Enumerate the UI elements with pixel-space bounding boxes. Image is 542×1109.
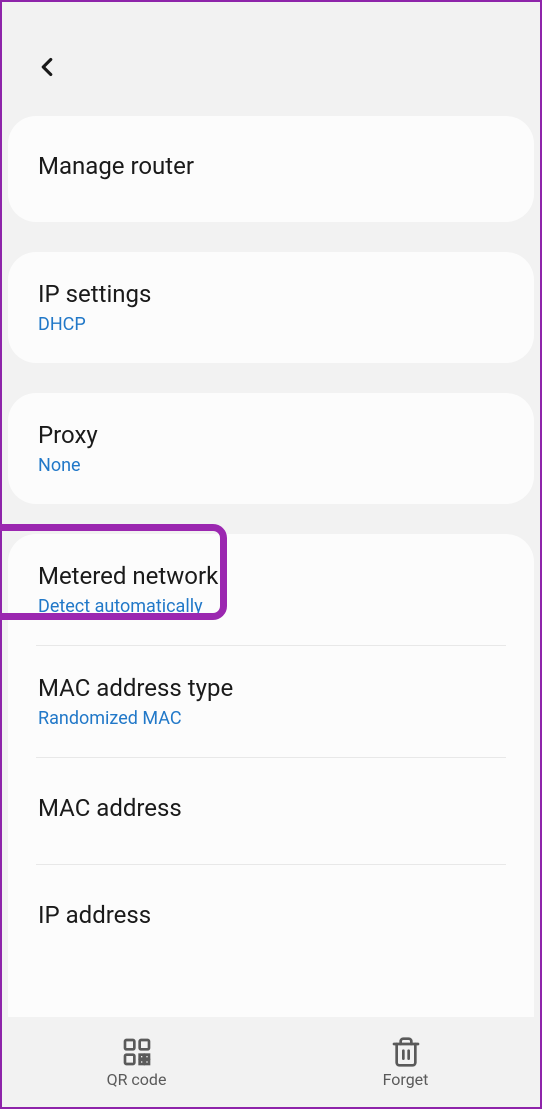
proxy-value: None: [38, 455, 504, 476]
back-button[interactable]: [32, 52, 510, 86]
ip-address-title: IP address: [38, 901, 504, 929]
network-details-card: Metered network Detect automatically MAC…: [8, 534, 534, 1051]
mac-address-type-value: Randomized MAC: [38, 708, 504, 729]
bottom-bar: QR code Forget: [2, 1017, 540, 1107]
ip-settings-title: IP settings: [38, 280, 504, 308]
forget-button[interactable]: Forget: [271, 1017, 540, 1107]
header: [2, 2, 540, 116]
qr-code-icon: [121, 1036, 153, 1068]
ip-settings-card[interactable]: IP settings DHCP: [8, 252, 534, 363]
manage-router-card[interactable]: Manage router: [8, 116, 534, 222]
metered-network-value: Detect automatically: [38, 596, 504, 617]
ip-address-item[interactable]: IP address: [8, 865, 534, 971]
back-arrow-icon: [32, 52, 62, 82]
metered-network-title: Metered network: [38, 562, 504, 590]
mac-address-item[interactable]: MAC address: [8, 758, 534, 864]
mac-address-title: MAC address: [38, 794, 504, 822]
trash-icon: [390, 1036, 422, 1068]
mac-address-type-item[interactable]: MAC address type Randomized MAC: [8, 646, 534, 757]
forget-label: Forget: [383, 1070, 429, 1089]
manage-router-item: Manage router: [8, 116, 534, 222]
ip-settings-value: DHCP: [38, 314, 504, 335]
proxy-title: Proxy: [38, 421, 504, 449]
proxy-card[interactable]: Proxy None: [8, 393, 534, 504]
ip-settings-item: IP settings DHCP: [8, 252, 534, 363]
qr-code-label: QR code: [107, 1070, 167, 1089]
manage-router-title: Manage router: [38, 152, 504, 180]
metered-network-item[interactable]: Metered network Detect automatically: [8, 534, 534, 645]
proxy-item: Proxy None: [8, 393, 534, 504]
qr-code-button[interactable]: QR code: [2, 1017, 271, 1107]
mac-address-type-title: MAC address type: [38, 674, 504, 702]
